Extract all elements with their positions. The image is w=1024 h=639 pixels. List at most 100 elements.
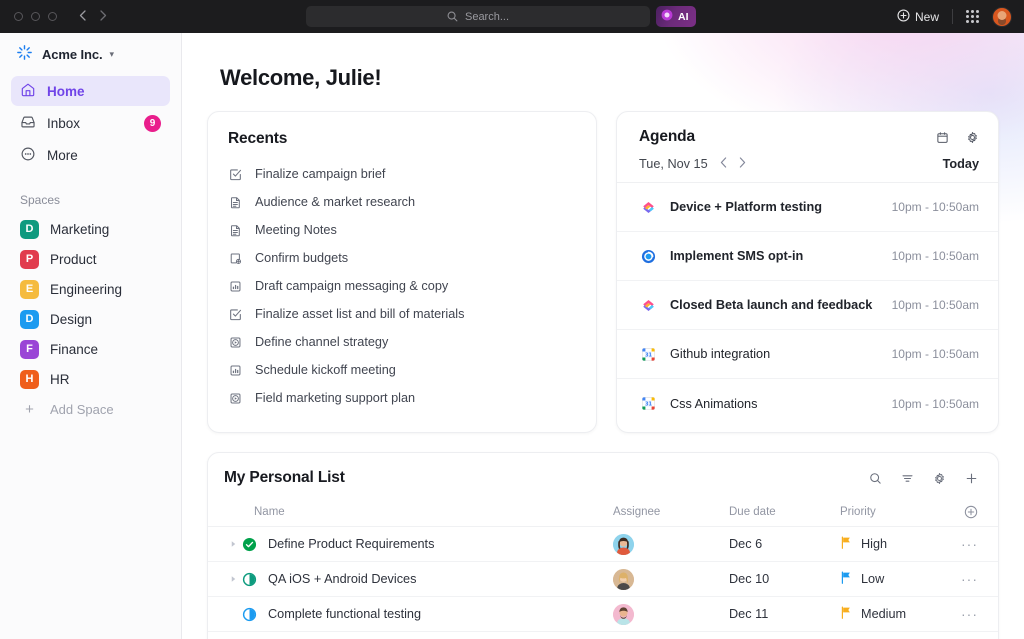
- agenda-item[interactable]: 31 Css Animations 10pm - 10:50am: [617, 379, 998, 428]
- sidebar-item-hr[interactable]: H HR: [11, 364, 170, 394]
- column-header-priority[interactable]: Priority: [840, 506, 952, 518]
- priority-cell[interactable]: Low: [840, 571, 952, 587]
- list-item[interactable]: Field marketing support plan: [228, 384, 576, 412]
- home-icon: [20, 82, 36, 101]
- expand-toggle-icon[interactable]: [224, 575, 242, 583]
- space-label: Design: [50, 311, 93, 327]
- priority-cell[interactable]: High: [840, 536, 952, 552]
- recent-label: Meeting Notes: [255, 223, 337, 237]
- user-avatar[interactable]: [992, 6, 1012, 27]
- recent-label: Field marketing support plan: [255, 391, 416, 405]
- workspace-switcher[interactable]: Acme Inc. ▾: [11, 33, 170, 76]
- column-header-due-date[interactable]: Due date: [729, 506, 840, 518]
- agenda-item-title: Implement SMS opt-in: [670, 249, 804, 263]
- sidebar-item-finance[interactable]: F Finance: [11, 334, 170, 364]
- row-menu-icon[interactable]: ···: [952, 572, 978, 586]
- list-item[interactable]: Audience & market research: [228, 188, 576, 216]
- space-label: Finance: [50, 341, 99, 357]
- agenda-item-title: Github integration: [670, 347, 771, 361]
- sidebar-item-home[interactable]: Home: [11, 76, 170, 106]
- plus-icon[interactable]: [965, 472, 978, 485]
- agenda-item[interactable]: Device + Platform testing 10pm - 10:50am: [617, 183, 998, 232]
- row-menu-icon[interactable]: ···: [952, 537, 978, 551]
- forward-icon[interactable]: [100, 10, 107, 23]
- personal-list-card: My Personal List Name Assignee Due date …: [207, 452, 999, 639]
- main-content: Welcome, Julie! Recents Finalize campaig…: [182, 33, 1024, 639]
- today-button[interactable]: Today: [943, 157, 979, 171]
- status-icon-complete[interactable]: [242, 537, 257, 552]
- avatar[interactable]: [613, 568, 634, 590]
- calendar-icon[interactable]: [936, 131, 949, 144]
- column-header-assignee[interactable]: Assignee: [613, 506, 729, 518]
- gear-icon[interactable]: [933, 472, 946, 485]
- agenda-item[interactable]: 31 Github integration 10pm - 10:50am: [617, 330, 998, 379]
- ai-label: AI: [678, 10, 689, 23]
- new-button[interactable]: New: [897, 8, 939, 25]
- chevron-left-icon[interactable]: [720, 157, 727, 171]
- plus-circle-icon[interactable]: [952, 505, 978, 519]
- list-item[interactable]: Finalize campaign brief: [228, 160, 576, 188]
- new-label: New: [914, 9, 939, 24]
- window-controls: [14, 12, 57, 21]
- avatar[interactable]: [613, 533, 634, 555]
- agenda-item[interactable]: Implement SMS opt-in 10pm - 10:50am: [617, 232, 998, 281]
- agenda-card: Agenda Tue, Nov 15 Today Device + Platfo…: [616, 111, 999, 433]
- list-item[interactable]: Confirm budgets: [228, 244, 576, 272]
- dashboard-icon: [228, 364, 242, 377]
- table-row[interactable]: Complete functional testing Dec 11 Mediu…: [208, 597, 998, 632]
- due-date-value[interactable]: Dec 10: [729, 572, 840, 586]
- inbox-badge: 9: [144, 114, 161, 132]
- status-icon-in-progress[interactable]: [242, 607, 257, 622]
- sidebar-item-marketing[interactable]: D Marketing: [11, 214, 170, 244]
- expand-toggle-icon[interactable]: [224, 540, 242, 548]
- task-check-icon: [228, 168, 242, 181]
- list-item[interactable]: Meeting Notes: [228, 216, 576, 244]
- list-item[interactable]: Draft campaign messaging & copy: [228, 272, 576, 300]
- workspace-name: Acme Inc.: [42, 47, 103, 62]
- filter-icon[interactable]: [901, 472, 914, 485]
- due-date-value[interactable]: Dec 11: [729, 607, 840, 621]
- chevron-right-icon[interactable]: [739, 157, 746, 171]
- agenda-title: Agenda: [639, 128, 695, 145]
- search-input[interactable]: Search...: [306, 6, 650, 27]
- add-space-button[interactable]: + Add Space: [11, 394, 170, 424]
- space-avatar-icon: F: [20, 339, 39, 359]
- sidebar-item-inbox[interactable]: Inbox 9: [11, 108, 170, 138]
- list-item[interactable]: Finalize asset list and bill of material…: [228, 300, 576, 328]
- window-maximize-button[interactable]: [48, 12, 57, 21]
- agenda-item-time: 10pm - 10:50am: [891, 200, 979, 214]
- due-date-value[interactable]: Dec 6: [729, 537, 840, 551]
- add-task-button[interactable]: + Add task: [208, 632, 998, 639]
- clickup-icon: [639, 298, 657, 313]
- form-icon: [228, 252, 242, 265]
- list-item[interactable]: Schedule kickoff meeting: [228, 356, 576, 384]
- gear-icon[interactable]: [966, 131, 979, 144]
- sidebar: Acme Inc. ▾ Home Inbox 9 More Spaces D M: [0, 33, 182, 639]
- agenda-item-title: Closed Beta launch and feedback: [670, 298, 873, 312]
- table-row[interactable]: Define Product Requirements Dec 6 High ·…: [208, 527, 998, 562]
- agenda-item[interactable]: Closed Beta launch and feedback 10pm - 1…: [617, 281, 998, 330]
- space-avatar-icon: P: [20, 249, 39, 269]
- grid-apps-icon[interactable]: [966, 10, 979, 23]
- sidebar-item-more[interactable]: More: [11, 140, 170, 170]
- priority-cell[interactable]: Medium: [840, 606, 952, 622]
- space-label: Marketing: [50, 221, 110, 237]
- row-menu-icon[interactable]: ···: [952, 607, 978, 621]
- table-row[interactable]: QA iOS + Android Devices Dec 10 Low ···: [208, 562, 998, 597]
- avatar[interactable]: [613, 603, 634, 625]
- ai-button[interactable]: AI: [656, 6, 696, 27]
- space-label: Engineering: [50, 281, 123, 297]
- sidebar-item-engineering[interactable]: E Engineering: [11, 274, 170, 304]
- chevron-down-icon: ▾: [109, 49, 115, 59]
- column-header-name[interactable]: Name: [224, 506, 613, 518]
- window-close-button[interactable]: [14, 12, 23, 21]
- window-minimize-button[interactable]: [31, 12, 40, 21]
- sidebar-item-design[interactable]: D Design: [11, 304, 170, 334]
- recent-label: Confirm budgets: [255, 251, 349, 265]
- search-icon[interactable]: [869, 472, 882, 485]
- list-item[interactable]: Define channel strategy: [228, 328, 576, 356]
- priority-value: Low: [861, 572, 885, 586]
- sidebar-item-product[interactable]: P Product: [11, 244, 170, 274]
- status-icon-in-progress[interactable]: [242, 572, 257, 587]
- back-icon[interactable]: [79, 10, 86, 23]
